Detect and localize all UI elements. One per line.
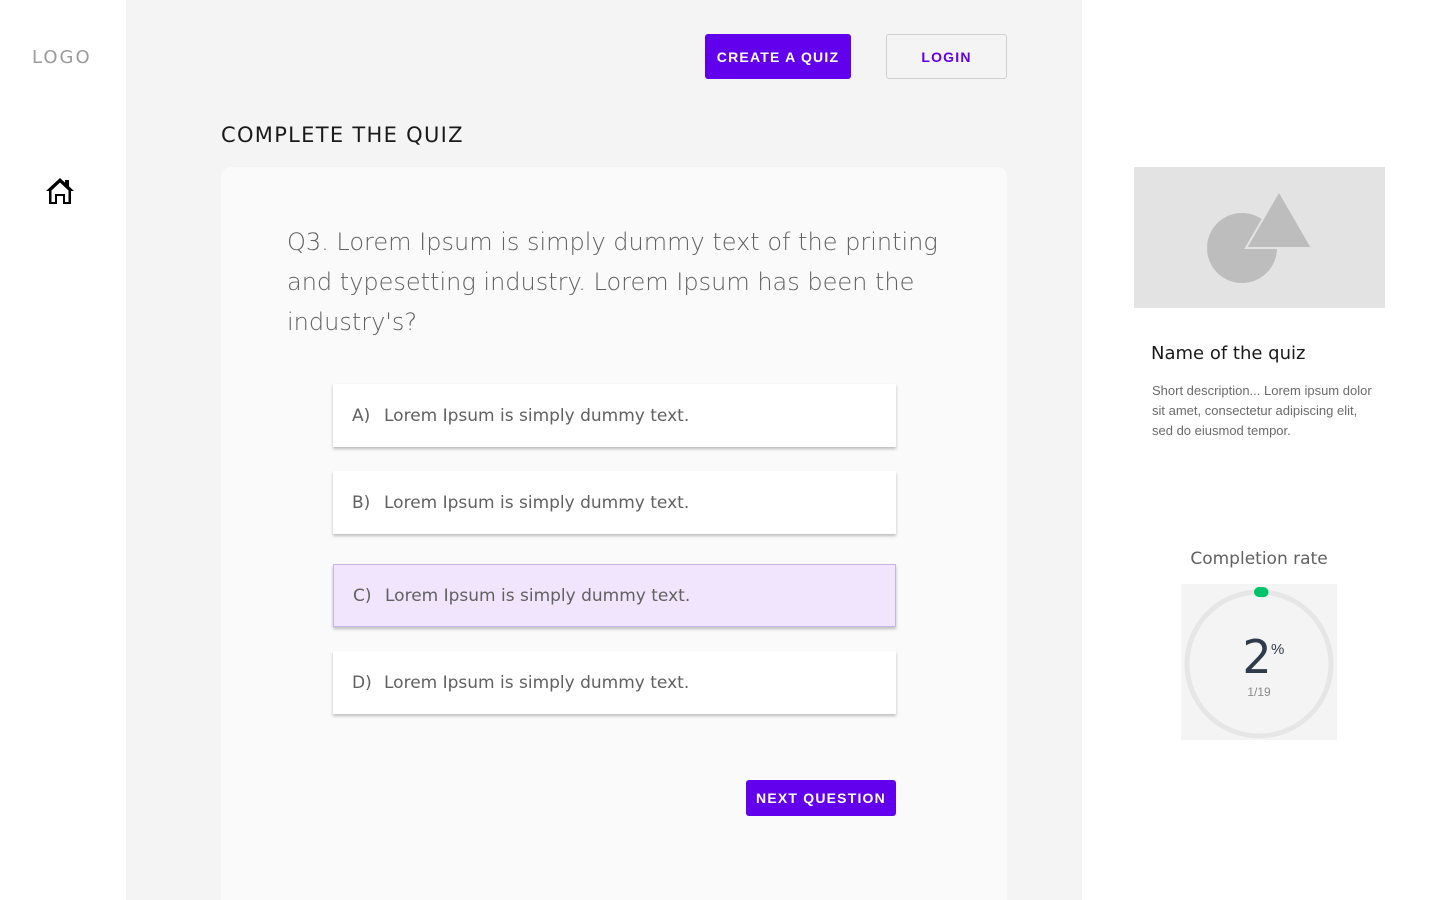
option-text: Lorem Ipsum is simply dummy text. bbox=[385, 585, 691, 606]
answer-option-b[interactable]: B) Lorem Ipsum is simply dummy text. bbox=[333, 471, 896, 534]
main-content: CREATE A QUIZ LOGIN COMPLETE THE QUIZ Q3… bbox=[126, 0, 1082, 900]
logo[interactable]: LOGO bbox=[32, 47, 92, 68]
quiz-description: Short description... Lorem ipsum dolor s… bbox=[1152, 383, 1372, 438]
sidebar: LOGO bbox=[0, 0, 126, 900]
option-text: Lorem Ipsum is simply dummy text. bbox=[384, 672, 690, 693]
percent-sign: % bbox=[1271, 641, 1285, 658]
option-letter: B) bbox=[352, 492, 371, 513]
completion-fraction: 1/19 bbox=[1247, 685, 1271, 699]
answer-option-d[interactable]: D) Lorem Ipsum is simply dummy text. bbox=[333, 651, 896, 714]
option-letter: C) bbox=[353, 585, 372, 606]
quiz-thumbnail bbox=[1134, 167, 1385, 308]
quiz-info-panel: Name of the quiz Short description... Lo… bbox=[1082, 0, 1440, 900]
login-button[interactable]: LOGIN bbox=[886, 34, 1007, 79]
completion-gauge: 2 % 1/19 bbox=[1181, 584, 1337, 740]
page-title: COMPLETE THE QUIZ bbox=[221, 123, 464, 147]
completion-percent: 2 bbox=[1242, 630, 1272, 684]
option-text: Lorem Ipsum is simply dummy text. bbox=[384, 492, 690, 513]
quiz-name: Name of the quiz bbox=[1151, 343, 1306, 364]
next-question-button[interactable]: NEXT QUESTION bbox=[746, 780, 896, 816]
home-icon[interactable] bbox=[45, 176, 75, 206]
option-letter: A) bbox=[352, 405, 371, 426]
image-placeholder-icon bbox=[1207, 189, 1314, 283]
create-quiz-button[interactable]: CREATE A QUIZ bbox=[705, 34, 851, 79]
quiz-card: Q3. Lorem Ipsum is simply dummy text of … bbox=[221, 167, 1007, 900]
option-letter: D) bbox=[352, 672, 372, 693]
answer-option-c[interactable]: C) Lorem Ipsum is simply dummy text. bbox=[333, 564, 896, 627]
completion-rate-label: Completion rate bbox=[1190, 549, 1328, 569]
question-text: Q3. Lorem Ipsum is simply dummy text of … bbox=[287, 228, 938, 336]
answer-option-a[interactable]: A) Lorem Ipsum is simply dummy text. bbox=[333, 384, 896, 447]
option-text: Lorem Ipsum is simply dummy text. bbox=[384, 405, 690, 426]
